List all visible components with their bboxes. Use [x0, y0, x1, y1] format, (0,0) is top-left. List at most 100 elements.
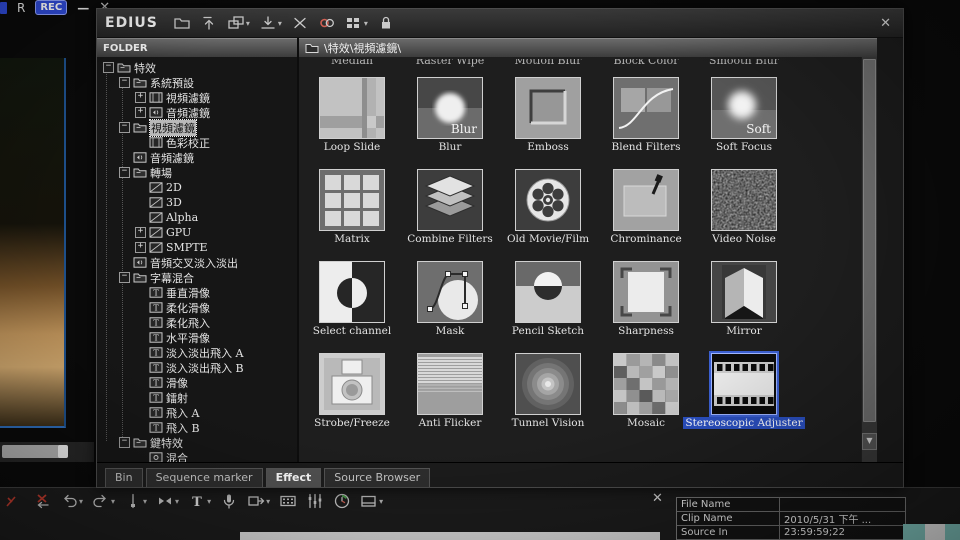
select-channel-thumbnail-icon[interactable] — [319, 261, 385, 323]
view-grid-icon[interactable]: ▾ — [345, 15, 368, 31]
effect-item-Mosaic[interactable]: Mosaic — [597, 353, 695, 429]
tab-sequence-marker[interactable]: Sequence marker — [146, 468, 263, 487]
tree-item-label[interactable]: 垂直滑像 — [166, 285, 210, 301]
export-icon[interactable]: ▾ — [247, 493, 270, 509]
tree-item-label[interactable]: 2D — [166, 181, 182, 194]
tab-source-browser[interactable]: Source Browser — [324, 468, 430, 487]
video-noise-thumbnail-icon[interactable] — [711, 169, 777, 231]
voiceover-mic-icon[interactable] — [220, 493, 238, 509]
expand-icon[interactable]: + — [135, 107, 146, 118]
timeline-close-icon[interactable]: ✕ — [652, 491, 663, 506]
tree-item-淡入淡出飛入 B[interactable]: T淡入淡出飛入 B — [101, 360, 297, 375]
stereoscopic-thumbnail-icon[interactable] — [711, 353, 777, 415]
effect-label[interactable]: Combine Filters — [407, 233, 493, 245]
effect-label[interactable]: Mirror — [726, 325, 762, 337]
effect-label[interactable]: Sharpness — [618, 325, 674, 337]
scrollbar-cap[interactable] — [58, 445, 68, 458]
soft-focus-thumbnail-icon[interactable]: Soft — [711, 77, 777, 139]
tree-item-label[interactable]: 淡入淡出飛入 A — [166, 345, 243, 361]
tree-item-鐳射[interactable]: T鐳射 — [101, 390, 297, 405]
effect-label[interactable]: Mask — [436, 325, 465, 337]
scroll-down-button[interactable]: ▼ — [862, 433, 877, 450]
replace-icon[interactable] — [318, 15, 336, 31]
strobe-freeze-thumbnail-icon[interactable] — [319, 353, 385, 415]
tree-item-label[interactable]: 特效 — [134, 60, 156, 76]
chevron-down-icon[interactable]: ▾ — [207, 497, 211, 506]
collapse-icon[interactable]: − — [119, 272, 130, 283]
loop-slide-thumbnail-icon[interactable] — [319, 77, 385, 139]
tree-item-視頻濾鏡[interactable]: + 視頻濾鏡 — [101, 90, 297, 105]
tree-item-label[interactable]: SMPTE — [166, 241, 208, 254]
audio-mixer-icon[interactable] — [306, 493, 324, 509]
effect-item-Tunnel Vision[interactable]: Tunnel Vision — [499, 353, 597, 429]
tree-item-鍵特效[interactable]: −鍵特效 — [101, 435, 297, 450]
effect-label[interactable]: Matrix — [334, 233, 370, 245]
collapse-icon[interactable]: − — [119, 122, 130, 133]
tree-item-垂直滑像[interactable]: T垂直滑像 — [101, 285, 297, 300]
lock-icon[interactable] — [377, 15, 395, 31]
scrollbar-thumb[interactable] — [863, 59, 876, 422]
tree-item-label[interactable]: 水平滑像 — [166, 330, 210, 346]
effect-label[interactable]: Loop Slide — [324, 141, 381, 153]
tree-item-混合[interactable]: 混合 — [101, 450, 297, 462]
folder-up-icon[interactable] — [200, 15, 218, 31]
tree-item-label[interactable]: Alpha — [166, 211, 198, 224]
tree-item-label[interactable]: 飛入 A — [166, 405, 199, 421]
effect-label[interactable]: Stereoscopic Adjuster — [683, 417, 804, 429]
effect-label[interactable]: Tunnel Vision — [512, 417, 585, 429]
tree-item-3D[interactable]: 3D — [101, 195, 297, 210]
old-movie-thumbnail-icon[interactable] — [515, 169, 581, 231]
anti-flicker-thumbnail-icon[interactable] — [417, 353, 483, 415]
chrominance-thumbnail-icon[interactable] — [613, 169, 679, 231]
tree-item-音頻濾鏡[interactable]: +音頻濾鏡 — [101, 105, 297, 120]
tree-item-音頻交叉淡入淡出[interactable]: 音頻交叉淡入淡出 — [101, 255, 297, 270]
chevron-down-icon[interactable]: ▾ — [266, 497, 270, 506]
effect-item-Chrominance[interactable]: Chrominance — [597, 169, 695, 245]
sharpness-thumbnail-icon[interactable] — [613, 261, 679, 323]
tree-item-系統預設[interactable]: − 系統預設 — [101, 75, 297, 90]
import-icon[interactable]: ▾ — [259, 15, 282, 31]
effect-item-Select channel[interactable]: Select channel — [303, 261, 401, 337]
effect-item-Soft Focus[interactable]: Soft Soft Focus — [695, 77, 793, 153]
expand-icon[interactable]: + — [135, 227, 146, 238]
pencil-sketch-thumbnail-icon[interactable] — [515, 261, 581, 323]
tree-item-飛入 B[interactable]: T飛入 B — [101, 420, 297, 435]
tree-item-label[interactable]: 轉場 — [150, 165, 172, 181]
effect-label[interactable]: Pencil Sketch — [512, 325, 584, 337]
tree-item-2D[interactable]: 2D — [101, 180, 297, 195]
effect-item-Strobe/Freeze[interactable]: Strobe/Freeze — [303, 353, 401, 429]
tree-item-柔化滑像[interactable]: T柔化滑像 — [101, 300, 297, 315]
tree-item-label[interactable]: 視頻濾鏡 — [166, 90, 210, 106]
tree-item-特效[interactable]: −特效 — [101, 60, 297, 75]
effect-item-Mask[interactable]: Mask — [401, 261, 499, 337]
tree-item-淡入淡出飛入 A[interactable]: T淡入淡出飛入 A — [101, 345, 297, 360]
ripple-delete-icon[interactable]: ▾ — [156, 493, 179, 509]
effect-label[interactable]: Blend Filters — [612, 141, 681, 153]
effect-label[interactable]: Old Movie/Film — [507, 233, 589, 245]
effect-label[interactable]: Mosaic — [627, 417, 665, 429]
blend-filters-thumbnail-icon[interactable] — [613, 77, 679, 139]
collapse-icon[interactable]: − — [119, 167, 130, 178]
effect-item-Old Movie/Film[interactable]: Old Movie/Film — [499, 169, 597, 245]
title-icon[interactable]: T▾ — [188, 493, 211, 509]
tree-item-label[interactable]: 系統預設 — [150, 75, 194, 91]
chevron-down-icon[interactable]: ▾ — [143, 497, 147, 506]
effect-label[interactable]: Soft Focus — [716, 141, 772, 153]
tree-item-label[interactable]: 3D — [166, 196, 182, 209]
duplicate-folder-icon[interactable]: ▾ — [227, 15, 250, 31]
tab-bin[interactable]: Bin — [105, 468, 143, 487]
emboss-thumbnail-icon[interactable] — [515, 77, 581, 139]
expand-icon[interactable]: + — [135, 92, 146, 103]
tree-item-SMPTE[interactable]: +SMPTE — [101, 240, 297, 255]
tree-item-水平滑像[interactable]: T水平滑像 — [101, 330, 297, 345]
tree-item-色彩校正[interactable]: 色彩校正 — [101, 135, 297, 150]
chevron-down-icon[interactable]: ▾ — [278, 19, 282, 28]
tree-item-音頻濾鏡[interactable]: 音頻濾鏡 — [101, 150, 297, 165]
collapse-icon[interactable]: − — [119, 77, 130, 88]
tree-item-label[interactable]: 音頻濾鏡 — [150, 150, 194, 166]
palette-close-icon[interactable]: ✕ — [876, 16, 895, 31]
tree-item-label[interactable]: GPU — [166, 226, 191, 239]
chevron-down-icon[interactable]: ▾ — [364, 19, 368, 28]
tree-item-label[interactable]: 柔化滑像 — [166, 300, 210, 316]
effect-label[interactable]: Emboss — [527, 141, 568, 153]
